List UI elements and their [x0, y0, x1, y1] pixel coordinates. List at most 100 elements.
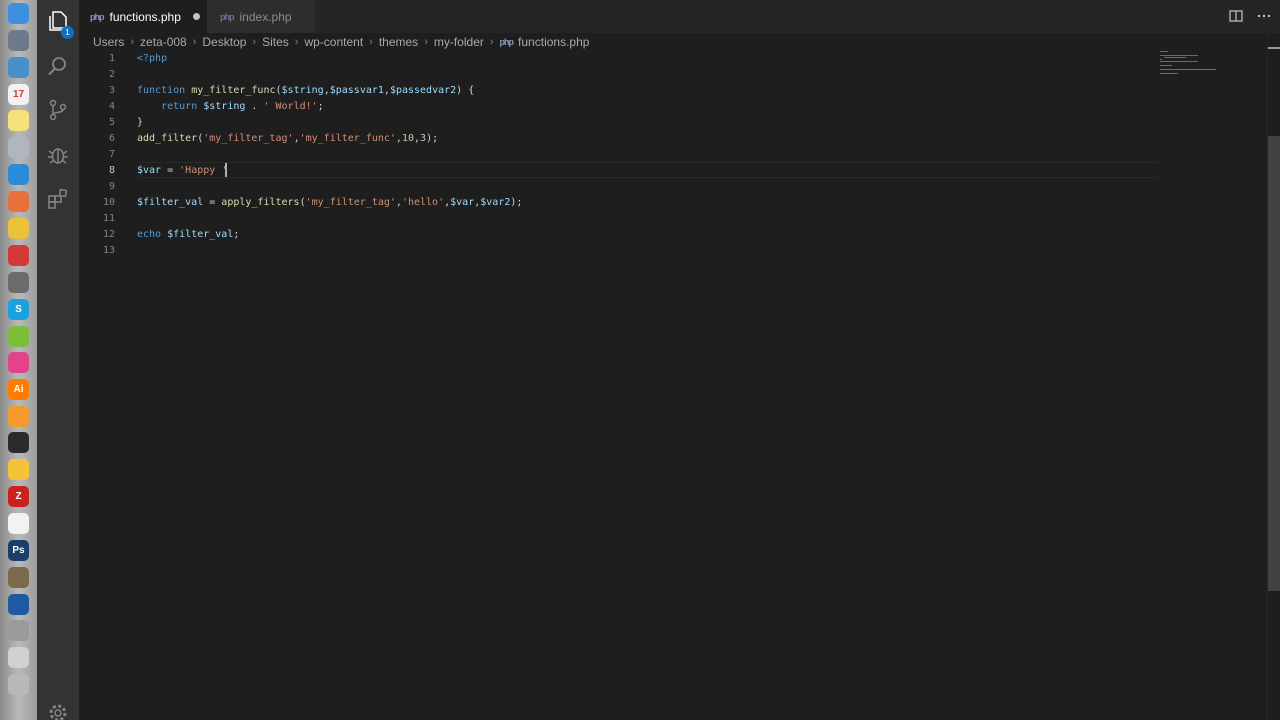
settings-gear-icon[interactable] [45, 700, 71, 720]
minimap-line [1160, 55, 1198, 56]
code-editor[interactable]: 1 <?php 2 3 function my_filter_func($string,… [79, 51, 1267, 720]
code-token: 'Happy [179, 165, 222, 176]
breadcrumb-item[interactable]: themes [379, 35, 418, 49]
calendar-icon[interactable]: 17 [8, 84, 29, 105]
php-file-icon: php [220, 11, 234, 22]
code-line[interactable]: 7 [79, 147, 1159, 163]
minimap[interactable] [1160, 51, 1230, 91]
code-token: $var2 [480, 197, 511, 208]
tab-functions-php[interactable]: php functions.php [79, 0, 207, 33]
code-line[interactable]: 12 echo $filter_val; [79, 227, 1159, 243]
tab-label: functions.php [109, 9, 181, 24]
line-number: 8 [108, 165, 115, 176]
chevron-right-icon: › [252, 36, 257, 48]
debug-icon[interactable] [45, 142, 71, 168]
chevron-right-icon: › [369, 36, 373, 48]
code-token: ; [317, 101, 324, 112]
code-token: $passvar1 [329, 85, 384, 96]
code-token: my_filter_func [191, 85, 276, 96]
code-line[interactable]: 9 [79, 179, 1159, 195]
finder-icon[interactable] [8, 3, 29, 24]
macos-dock: 17 S Ai Z Ps [0, 0, 37, 720]
pyramid-app-icon[interactable] [8, 191, 29, 212]
code-line[interactable]: 6 add_filter('my_filter_tag','my_filter_f… [79, 131, 1159, 147]
php-file-icon: php [90, 11, 104, 22]
line-number: 3 [108, 85, 115, 96]
code-token: echo [137, 229, 162, 240]
gimp-icon[interactable] [8, 272, 29, 293]
code-line[interactable]: 1 <?php [79, 51, 1159, 67]
source-control-icon[interactable] [45, 97, 71, 123]
flag-app-icon[interactable] [8, 647, 29, 668]
vscode-icon[interactable] [8, 164, 29, 185]
more-actions-icon[interactable] [1256, 8, 1272, 24]
filezilla-icon[interactable]: Z [8, 486, 29, 507]
unsaved-dot-icon[interactable] [192, 13, 200, 20]
breadcrumb-item[interactable]: Users [93, 35, 124, 49]
breadcrumb-item[interactable]: Sites [262, 35, 289, 49]
extensions-icon[interactable] [45, 186, 71, 212]
pencil-app-icon[interactable] [8, 137, 29, 158]
skype-icon[interactable]: S [8, 299, 29, 320]
code-line[interactable]: 13 [79, 243, 1159, 259]
code-text: <?php [137, 51, 167, 67]
breadcrumb-item[interactable]: zeta-008 [140, 35, 187, 49]
cyberduck-icon[interactable] [8, 459, 29, 480]
breadcrumb-item[interactable]: Desktop [202, 35, 246, 49]
code-token: } [137, 117, 144, 128]
notes-icon[interactable] [8, 110, 29, 131]
code-token: $var [137, 165, 162, 176]
tab-index-php[interactable]: php index.php [207, 0, 315, 33]
code-token: ); [426, 133, 439, 144]
chrome-icon[interactable] [8, 218, 29, 239]
search-icon[interactable] [45, 53, 71, 79]
code-token: 'hello' [401, 197, 445, 208]
scrollbar-thumb[interactable] [1268, 136, 1280, 591]
line-number: 1 [108, 53, 115, 64]
breadcrumb-item[interactable]: my-folder [434, 35, 484, 49]
code-text: return $string . ' World!'; [137, 99, 324, 115]
code-token: = [203, 197, 222, 208]
minimap-line [1164, 57, 1186, 58]
preview-icon[interactable] [8, 57, 29, 78]
archive-icon[interactable] [8, 620, 29, 641]
code-token: ); [510, 197, 523, 208]
code-line[interactable]: 10 $filter_val = apply_filters('my_filter… [79, 195, 1159, 211]
line-number: 7 [108, 149, 115, 160]
android-icon[interactable] [8, 326, 29, 347]
illustrator-icon[interactable]: Ai [8, 379, 29, 400]
printer-icon[interactable] [8, 674, 29, 695]
code-token: $filter_val [167, 229, 234, 240]
activity-bar: 1 [37, 0, 79, 720]
code-token: add_filter [137, 133, 198, 144]
breadcrumb: Users › zeta-008 › Desktop › Sites › wp-cont… [79, 33, 1267, 51]
code-line[interactable]: 8 $var = 'Happy ' [79, 163, 1159, 179]
code-line[interactable]: 2 [79, 67, 1159, 83]
opera-icon[interactable] [8, 245, 29, 266]
photoshop-icon[interactable]: Ps [8, 540, 29, 561]
php-file-icon: php [499, 37, 514, 47]
terminal-icon[interactable] [8, 432, 29, 453]
code-line[interactable]: 11 [79, 211, 1159, 227]
code-text: function my_filter_func($string,$passvar… [137, 83, 474, 99]
quicktime-icon[interactable] [8, 594, 29, 615]
breadcrumb-item[interactable]: functions.php [518, 35, 589, 49]
code-token: = [161, 165, 180, 176]
line-number: 9 [108, 181, 115, 192]
code-token: $passedvar2 [389, 85, 457, 96]
sublime-icon[interactable] [8, 406, 29, 427]
breadcrumb-item[interactable]: wp-content [304, 35, 363, 49]
code-line[interactable]: 4 return $string . ' World!'; [79, 99, 1159, 115]
code-line[interactable]: 3 function my_filter_func($string,$passva… [79, 83, 1159, 99]
chevron-right-icon: › [489, 36, 494, 48]
itunes-icon[interactable] [8, 352, 29, 373]
code-line[interactable]: 5} [79, 115, 1159, 131]
textedit-icon[interactable] [8, 513, 29, 534]
split-editor-icon[interactable] [1228, 8, 1244, 24]
launchpad-icon[interactable] [8, 30, 29, 51]
code-token: ' [221, 165, 228, 176]
compass-app-icon[interactable] [8, 567, 29, 588]
chevron-right-icon: › [192, 36, 197, 48]
minimap-line [1160, 59, 1162, 60]
code-token: ' World!' [263, 101, 318, 112]
